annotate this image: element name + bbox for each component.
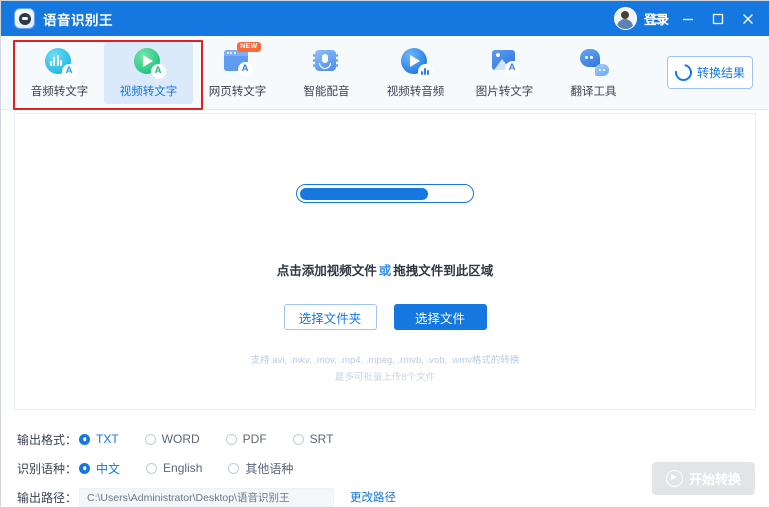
tab-image-to-text[interactable]: A 图片转文字 [460, 42, 549, 104]
tab-audio-to-text[interactable]: A 音频转文字 [15, 42, 104, 104]
radio-language-english[interactable]: English [146, 461, 202, 475]
user-avatar-icon [613, 7, 637, 30]
maximize-icon[interactable] [703, 6, 733, 32]
output-path-label: 输出路径： [17, 490, 78, 505]
video-to-text-icon: A [133, 47, 166, 79]
translate-tool-icon [579, 47, 609, 77]
feature-toolbar: A 音频转文字 A 视频转文字 A NEW 网页转文字 智能配音 视频转音频 A… [1, 36, 769, 110]
output-format-label: 输出格式： [17, 432, 78, 447]
radio-dot [79, 462, 90, 474]
conversion-result-button[interactable]: 转换结果 [667, 56, 753, 89]
radio-label: 其他语种 [245, 461, 294, 476]
dropzone-buttons: 选择文件夹 选择文件 [283, 304, 487, 330]
radio-label: SRT [309, 432, 334, 446]
radio-dot [146, 462, 158, 474]
refresh-icon [671, 60, 696, 85]
conversion-result-label: 转换结果 [696, 66, 745, 80]
radio-dot [292, 433, 304, 445]
tab-label: 视频转文字 [119, 85, 178, 98]
start-conversion-label: 开始转换 [688, 472, 741, 487]
start-conversion-button[interactable]: 开始转换 [652, 462, 755, 495]
title-bar: 语音识别王 登录 [1, 1, 769, 36]
supported-formats-text: 支持.avi, .mkv, .mov, .mp4, .mpeg, .rmvb, … [250, 355, 520, 366]
tab-translate-tool[interactable]: 翻译工具 [549, 42, 638, 104]
tab-label: 翻译工具 [570, 85, 617, 98]
tab-label: 网页转文字 [208, 85, 267, 98]
progress-bar [296, 184, 474, 203]
tab-webpage-to-text[interactable]: A NEW 网页转文字 [193, 41, 282, 104]
image-to-text-icon: A [490, 47, 520, 77]
radio-dot [228, 462, 240, 474]
dropzone-hint-or: 或 [378, 264, 392, 278]
progress-bar-fill [299, 187, 428, 200]
minimize-icon[interactable] [673, 6, 703, 32]
radio-language-chinese[interactable]: 中文 [79, 460, 120, 477]
new-badge: NEW [237, 41, 261, 52]
hamburger-menu-icon[interactable] [643, 6, 673, 32]
window-controls [643, 1, 763, 36]
radio-format-word[interactable]: WORD [144, 432, 200, 446]
file-dropzone[interactable]: 点击添加视频文件或拖拽文件到此区域 选择文件夹 选择文件 支持.avi, .mk… [14, 113, 756, 410]
radio-language-other[interactable]: 其他语种 [228, 460, 293, 477]
dropzone-hint-suffix: 拖拽文件到此区域 [393, 264, 494, 278]
tab-label: 音频转文字 [30, 85, 89, 98]
smart-dubbing-icon [312, 47, 342, 77]
radio-label: 中文 [96, 461, 121, 476]
webpage-to-text-icon: A NEW [223, 41, 261, 77]
upload-limit-text: 最多可批量上传8个文件 [334, 372, 436, 383]
video-to-audio-icon [400, 47, 433, 79]
radio-dot [144, 433, 156, 445]
app-logo-icon [15, 9, 34, 28]
page-title: 语音识别王 [43, 12, 113, 28]
radio-format-pdf[interactable]: PDF [225, 432, 267, 446]
output-path-field[interactable]: C:\Users\Administrator\Desktop\语音识别王 [79, 487, 334, 507]
tab-label: 智能配音 [303, 85, 350, 98]
tab-video-to-audio[interactable]: 视频转音频 [371, 42, 460, 104]
play-circle-icon [665, 470, 683, 487]
output-format-row: 输出格式： TXT WORD PDF SRT [17, 428, 769, 450]
options-panel: 输出格式： TXT WORD PDF SRT 识别语种： 中文 English … [1, 416, 769, 507]
tab-video-to-text[interactable]: A 视频转文字 [104, 41, 193, 104]
radio-format-srt[interactable]: SRT [292, 432, 334, 446]
app-window: 语音识别王 登录 A 音频转文字 A 视频转文字 A NEW 网页转文字 智能配… [0, 0, 770, 508]
select-folder-button[interactable]: 选择文件夹 [283, 304, 377, 330]
tab-label: 视频转音频 [386, 85, 445, 98]
radio-dot [225, 433, 237, 445]
close-icon[interactable] [733, 6, 763, 32]
select-file-button[interactable]: 选择文件 [393, 304, 487, 330]
tab-label: 图片转文字 [475, 85, 534, 98]
dropzone-hint-prefix: 点击添加视频文件 [276, 264, 377, 278]
radio-label: English [163, 461, 203, 475]
audio-to-text-icon: A [44, 47, 77, 79]
tab-smart-dubbing[interactable]: 智能配音 [282, 42, 371, 104]
radio-label: WORD [161, 432, 200, 446]
dropzone-hint: 点击添加视频文件或拖拽文件到此区域 [277, 260, 494, 279]
language-label: 识别语种： [17, 461, 78, 476]
radio-label: PDF [242, 432, 267, 446]
change-path-link[interactable]: 更改路径 [350, 489, 396, 505]
radio-dot [79, 433, 90, 445]
radio-format-txt[interactable]: TXT [79, 432, 119, 446]
radio-label: TXT [96, 432, 119, 446]
